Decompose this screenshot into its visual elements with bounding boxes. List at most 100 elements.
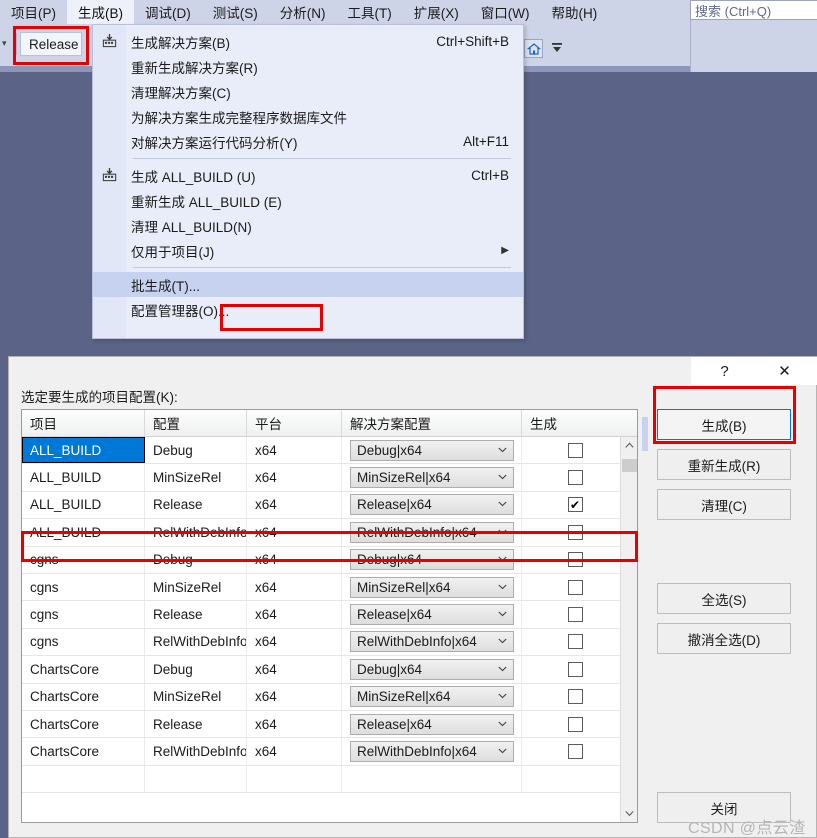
build-checkbox[interactable] xyxy=(567,552,583,568)
menu-item-batch-build[interactable]: 批生成(T)... xyxy=(93,272,523,297)
grid-cell-configuration[interactable]: RelWithDebInfo xyxy=(145,628,247,656)
select-all-button[interactable]: 全选(S) xyxy=(657,583,791,614)
grid-cell-project[interactable]: cgns xyxy=(22,628,145,656)
solution-config-dropdown[interactable]: MinSizeRel|x64 xyxy=(350,467,514,489)
grid-cell-configuration[interactable]: Debug xyxy=(145,546,247,573)
grid-cell-configuration[interactable]: Debug xyxy=(145,437,247,464)
menubar-item-window[interactable]: 窗口(W) xyxy=(470,0,541,24)
grid-cell-configuration[interactable] xyxy=(145,765,247,793)
grid-cell-project[interactable]: cgns xyxy=(22,601,145,628)
grid-cell-solution-config[interactable]: RelWithDebInfo|x64 xyxy=(342,628,522,656)
grid-cell-configuration[interactable]: RelWithDebInfo xyxy=(145,738,247,765)
grid-cell-solution-config[interactable]: MinSizeRel|x64 xyxy=(342,464,522,491)
grid-cell-configuration[interactable]: Release xyxy=(145,710,247,738)
build-button[interactable]: 生成(B) xyxy=(657,409,791,440)
grid-cell-project[interactable]: ChartsCore xyxy=(22,738,145,765)
menu-item-build-allbuild[interactable]: 生成 ALL_BUILD (U) Ctrl+B xyxy=(93,163,523,188)
build-checkbox[interactable]: ✔ xyxy=(567,497,583,513)
grid-cell-build[interactable] xyxy=(522,711,620,737)
grid-cell-project[interactable]: ALL_BUILD xyxy=(22,491,145,519)
home-icon[interactable] xyxy=(524,39,543,58)
menubar-item-debug[interactable]: 调试(D) xyxy=(134,0,202,24)
grid-cell-build[interactable] xyxy=(522,629,620,655)
toolbar-back-arrow-icon[interactable]: ▾ xyxy=(2,38,7,49)
grid-row[interactable]: cgns MinSizeRel x64 MinSizeRel|x64 xyxy=(22,573,637,602)
menu-item-build-solution[interactable]: 生成解决方案(B) Ctrl+Shift+B xyxy=(93,29,523,54)
grid-header-configuration[interactable]: 配置 xyxy=(145,410,247,436)
solution-config-dropdown[interactable]: MinSizeRel|x64 xyxy=(350,576,514,598)
menu-item-clean-solution[interactable]: 清理解决方案(C) xyxy=(93,79,523,104)
grid-cell-solution-config[interactable]: Release|x64 xyxy=(342,491,522,519)
grid-cell-platform[interactable]: x64 xyxy=(247,546,342,573)
grid-cell-configuration[interactable]: MinSizeRel xyxy=(145,683,247,710)
grid-cell-build[interactable] xyxy=(522,519,620,545)
toolbar-overflow-icon[interactable] xyxy=(550,42,564,54)
help-icon[interactable]: ? xyxy=(712,360,738,382)
grid-row[interactable]: ALL_BUILD MinSizeRel x64 MinSizeRel|x64 xyxy=(22,464,637,492)
menubar-item-build[interactable]: 生成(B) xyxy=(67,0,134,24)
grid-row[interactable]: ChartsCore RelWithDebInfo x64 RelWithDebInf… xyxy=(22,738,637,766)
grid-cell-platform[interactable]: x64 xyxy=(247,710,342,738)
solution-config-dropdown[interactable]: Debug|x64 xyxy=(350,549,514,571)
grid-cell-platform[interactable] xyxy=(247,765,342,793)
menu-item-configuration-manager[interactable]: 配置管理器(O)... xyxy=(93,297,523,322)
grid-cell-solution-config[interactable]: Debug|x64 xyxy=(342,656,522,683)
grid-cell-configuration[interactable]: MinSizeRel xyxy=(145,573,247,601)
grid-cell-project[interactable]: ALL_BUILD xyxy=(22,464,145,491)
build-checkbox[interactable] xyxy=(567,716,583,732)
grid-cell-solution-config[interactable]: RelWithDebInfo|x64 xyxy=(342,519,522,546)
grid-cell-build[interactable]: ✔ xyxy=(522,492,620,518)
menu-item-clean-allbuild[interactable]: 清理 ALL_BUILD(N) xyxy=(93,213,523,238)
grid-cell-platform[interactable]: x64 xyxy=(247,683,342,710)
grid-row[interactable] xyxy=(22,765,637,794)
build-checkbox[interactable] xyxy=(567,524,583,540)
grid-cell-solution-config[interactable] xyxy=(342,765,522,793)
rebuild-button[interactable]: 重新生成(R) xyxy=(657,449,791,480)
grid-row[interactable]: cgns Release x64 Release|x64 xyxy=(22,601,637,629)
build-checkbox[interactable] xyxy=(567,442,583,458)
grid-cell-build[interactable] xyxy=(522,766,620,792)
grid-cell-solution-config[interactable]: MinSizeRel|x64 xyxy=(342,573,522,601)
grid-cell-solution-config[interactable]: Release|x64 xyxy=(342,710,522,738)
grid-vertical-scrollbar[interactable] xyxy=(620,437,637,822)
solution-config-dropdown[interactable]: Release|x64 xyxy=(350,713,514,735)
solution-config-dropdown[interactable]: RelWithDebInfo|x64 xyxy=(350,740,514,762)
grid-cell-project[interactable]: ALL_BUILD xyxy=(22,519,145,546)
grid-cell-build[interactable] xyxy=(522,547,620,573)
solution-config-dropdown[interactable]: Debug|x64 xyxy=(350,658,514,680)
grid-row[interactable]: cgns RelWithDebInfo x64 RelWithDebInfo|x64 xyxy=(22,628,637,657)
menu-item-build-full-pdb[interactable]: 为解决方案生成完整程序数据库文件 xyxy=(93,104,523,129)
grid-row[interactable]: ChartsCore MinSizeRel x64 MinSizeRel|x64 xyxy=(22,683,637,711)
grid-row[interactable]: ALL_BUILD RelWithDebInfo x64 RelWithDebInfo… xyxy=(22,519,637,547)
scroll-up-icon[interactable] xyxy=(621,437,637,454)
grid-cell-configuration[interactable]: Release xyxy=(145,601,247,628)
grid-cell-platform[interactable]: x64 xyxy=(247,656,342,683)
menu-item-rebuild-allbuild[interactable]: 重新生成 ALL_BUILD (E) xyxy=(93,188,523,213)
grid-cell-project[interactable]: ChartsCore xyxy=(22,683,145,710)
grid-cell-platform[interactable]: x64 xyxy=(247,601,342,628)
menubar-item-tools[interactable]: 工具(T) xyxy=(337,0,403,24)
grid-cell-project[interactable] xyxy=(22,765,145,793)
grid-cell-platform[interactable]: x64 xyxy=(247,464,342,491)
grid-cell-project[interactable]: cgns xyxy=(22,546,145,573)
scrollbar-thumb[interactable] xyxy=(622,459,637,472)
solution-config-dropdown[interactable]: Release|x64 xyxy=(350,494,514,516)
grid-row[interactable]: ChartsCore Debug x64 Debug|x64 xyxy=(22,656,637,684)
grid-cell-configuration[interactable]: RelWithDebInfo xyxy=(145,519,247,546)
menu-item-project-only[interactable]: 仅用于项目(J) ▶ xyxy=(93,238,523,263)
grid-cell-build[interactable] xyxy=(522,437,620,463)
grid-row[interactable]: ALL_BUILD Release x64 Release|x64 ✔ xyxy=(22,491,637,520)
grid-cell-project[interactable]: cgns xyxy=(22,573,145,601)
grid-cell-platform[interactable]: x64 xyxy=(247,437,342,464)
grid-cell-project[interactable]: ALL_BUILD xyxy=(22,437,145,464)
grid-cell-platform[interactable]: x64 xyxy=(247,628,342,656)
menubar-item-project[interactable]: 项目(P) xyxy=(0,0,67,24)
grid-cell-solution-config[interactable]: RelWithDebInfo|x64 xyxy=(342,738,522,765)
grid-cell-solution-config[interactable]: MinSizeRel|x64 xyxy=(342,683,522,710)
grid-header-platform[interactable]: 平台 xyxy=(247,410,342,436)
grid-cell-configuration[interactable]: MinSizeRel xyxy=(145,464,247,491)
solution-config-dropdown[interactable]: Release|x64 xyxy=(350,604,514,626)
solution-config-dropdown[interactable]: RelWithDebInfo|x64 xyxy=(350,521,514,543)
grid-cell-build[interactable] xyxy=(522,464,620,490)
menu-item-run-code-analysis[interactable]: 对解决方案运行代码分析(Y) Alt+F11 xyxy=(93,129,523,154)
